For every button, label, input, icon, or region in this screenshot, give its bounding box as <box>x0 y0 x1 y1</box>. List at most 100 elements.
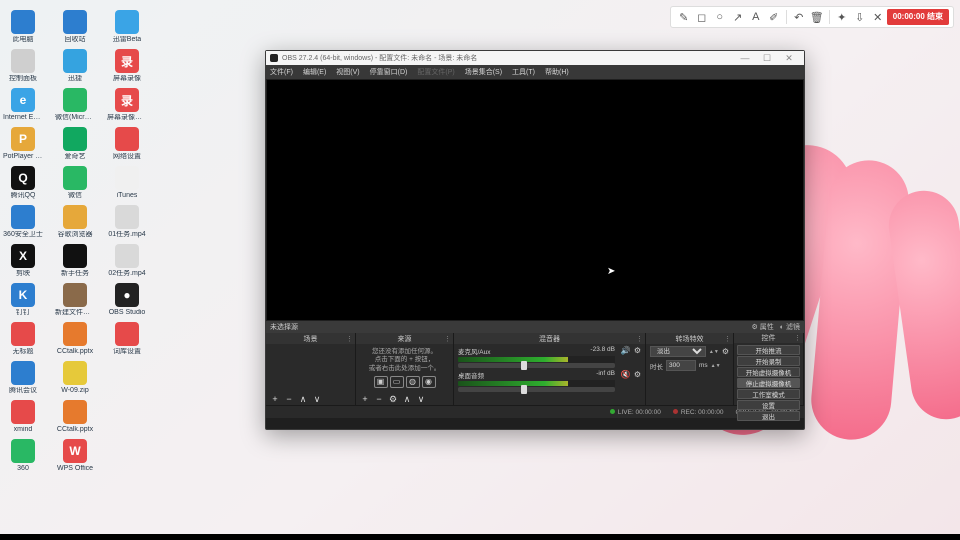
desktop-icon[interactable]: 微信 <box>58 166 92 199</box>
grip-icon[interactable]: ⋮ <box>636 335 643 343</box>
grip-icon[interactable]: ⋮ <box>346 335 353 343</box>
properties-button[interactable]: ⚙ 属性 <box>751 322 773 332</box>
icon-label: PotPlayer 64 <box>3 153 43 160</box>
titlebar[interactable]: OBS 27.2.4 (64-bit, windows) - 配置文件: 未命名… <box>266 51 804 65</box>
desktop-icon[interactable]: 无标题 <box>6 322 40 355</box>
desktop-icon[interactable]: 爱奇艺 <box>58 127 92 160</box>
menu-item[interactable]: 配置文件(P) <box>417 67 454 77</box>
maximize-button[interactable]: ☐ <box>756 53 778 64</box>
pencil-icon[interactable]: ✎ <box>675 8 693 26</box>
desktop-icon[interactable]: 此电脑 <box>6 10 40 43</box>
control-button[interactable]: 开始虚拟摄像机 <box>737 367 800 377</box>
close-button[interactable]: ✕ <box>778 53 800 64</box>
camera-icon[interactable]: ✦ <box>833 8 851 26</box>
icon-label: 360安全卫士 <box>3 231 43 238</box>
desktop-icon[interactable]: eInternet Explorer <box>6 88 40 121</box>
menu-item[interactable]: 编辑(E) <box>303 67 326 77</box>
volume-slider[interactable] <box>458 363 615 368</box>
scene-down-button[interactable]: ∨ <box>312 394 322 404</box>
preview-canvas[interactable]: ➤ <box>267 80 803 320</box>
source-up-button[interactable]: ∧ <box>402 394 412 404</box>
desktop-icon[interactable]: 360 <box>6 439 40 472</box>
desktop-icon[interactable]: 微信(Microsoft) <box>58 88 92 121</box>
minimize-button[interactable]: — <box>734 53 756 63</box>
close-icon[interactable]: ✕ <box>869 8 887 26</box>
grip-icon[interactable]: ⋮ <box>794 334 801 342</box>
channel-gear-icon[interactable]: ⚙ <box>634 346 641 355</box>
desktop-icon[interactable]: Q腾讯QQ <box>6 166 40 199</box>
app-glyph-icon: e <box>11 88 35 112</box>
mic-icon[interactable]: ⇩ <box>851 8 869 26</box>
trans-gear-icon[interactable]: ⚙ <box>722 347 729 356</box>
desktop-icon[interactable]: PPotPlayer 64 <box>6 127 40 160</box>
mute-icon[interactable]: 🔇 <box>621 370 631 379</box>
channel-gear-icon[interactable]: ⚙ <box>634 370 641 379</box>
menu-item[interactable]: 场景集合(S) <box>465 67 502 77</box>
volume-slider[interactable] <box>458 387 615 392</box>
desktop-icon[interactable]: 录屏幕录像专家 <box>110 88 144 121</box>
desktop-icon[interactable]: 谷歌浏览器 <box>58 205 92 238</box>
control-button[interactable]: 设置 <box>737 400 800 410</box>
desktop-icon[interactable]: 迅雷Beta <box>110 10 144 43</box>
control-button[interactable]: 开始推流 <box>737 345 800 355</box>
grip-icon[interactable]: ⋮ <box>724 335 731 343</box>
trash-icon[interactable]: 🗑 <box>808 8 826 26</box>
menu-item[interactable]: 停靠窗口(D) <box>370 67 408 77</box>
desktop-icon[interactable]: ●OBS Studio <box>110 283 144 316</box>
desktop-icon[interactable]: 控制面板 <box>6 49 40 82</box>
desktop-icon[interactable]: W-09.zip <box>58 361 92 394</box>
desktop-icon[interactable]: 腾讯会议 <box>6 361 40 394</box>
remove-source-button[interactable]: − <box>374 394 384 404</box>
speaker-icon[interactable]: 🔊 <box>621 346 631 355</box>
menu-item[interactable]: 帮助(H) <box>545 67 569 77</box>
desktop-icon[interactable]: 360安全卫士 <box>6 205 40 238</box>
icon-label: 新建文件夹.jpg <box>55 309 95 316</box>
control-button[interactable]: 退出 <box>737 411 800 421</box>
globe-src-icon: ◍ <box>406 376 420 388</box>
filters-button[interactable]: ◐ 滤镜 <box>780 322 800 332</box>
desktop-icon[interactable]: iTunes <box>110 166 144 199</box>
control-button[interactable]: 停止虚拟摄像机 <box>737 378 800 388</box>
trans-spin[interactable]: ▲▼ <box>709 349 719 355</box>
add-source-button[interactable]: + <box>360 394 370 404</box>
transition-select[interactable]: 淡出 <box>650 346 706 357</box>
source-down-button[interactable]: ∨ <box>416 394 426 404</box>
remove-scene-button[interactable]: − <box>284 394 294 404</box>
desktop-icon[interactable]: 新建文件夹.jpg <box>58 283 92 316</box>
desktop-icon[interactable]: 网络设置 <box>110 127 144 160</box>
control-button[interactable]: 工作室模式 <box>737 389 800 399</box>
desktop-icon[interactable]: 新手任务 <box>58 244 92 277</box>
grip-icon[interactable]: ⋮ <box>444 335 451 343</box>
desktop-icon[interactable]: 迅捷 <box>58 49 92 82</box>
menu-item[interactable]: 文件(F) <box>270 67 293 77</box>
square-icon[interactable]: ◻ <box>693 8 711 26</box>
dur-spin[interactable]: ▲▼ <box>711 363 721 369</box>
arrow-icon[interactable]: ↗ <box>729 8 747 26</box>
desktop-icon[interactable]: 录屏幕录像 <box>110 49 144 82</box>
menu-item[interactable]: 工具(T) <box>512 67 535 77</box>
desktop-icon[interactable]: 词库设置 <box>110 322 144 355</box>
duration-input[interactable] <box>666 360 696 371</box>
control-button[interactable]: 开始录制 <box>737 356 800 366</box>
menu-item[interactable]: 视图(V) <box>336 67 359 77</box>
scenes-list[interactable] <box>266 344 355 393</box>
highlight-icon[interactable]: ✐ <box>765 8 783 26</box>
desktop-icon[interactable]: CCtalk.pptx <box>58 400 92 433</box>
desktop-icon[interactable]: WWPS Office <box>58 439 92 472</box>
desktop-icon[interactable]: 01任务.mp4 <box>110 205 144 238</box>
desktop-icon[interactable]: X剪映 <box>6 244 40 277</box>
undo-icon[interactable]: ↶ <box>790 8 808 26</box>
taskbar[interactable] <box>0 534 960 540</box>
desktop-icon[interactable]: 回收站 <box>58 10 92 43</box>
channel-name: 麦克风/Aux <box>458 346 491 356</box>
circle-icon[interactable]: ○ <box>711 8 729 26</box>
record-timer[interactable]: 00:00:00 结束 <box>887 9 949 25</box>
text-icon[interactable]: A <box>747 8 765 26</box>
desktop-icon[interactable]: K钉钉 <box>6 283 40 316</box>
add-scene-button[interactable]: + <box>270 394 280 404</box>
source-props-button[interactable]: ⚙ <box>388 394 398 404</box>
scene-up-button[interactable]: ∧ <box>298 394 308 404</box>
desktop-icon[interactable]: CCtalk.pptx <box>58 322 92 355</box>
desktop-icon[interactable]: 02任务.mp4 <box>110 244 144 277</box>
desktop-icon[interactable]: xmind <box>6 400 40 433</box>
